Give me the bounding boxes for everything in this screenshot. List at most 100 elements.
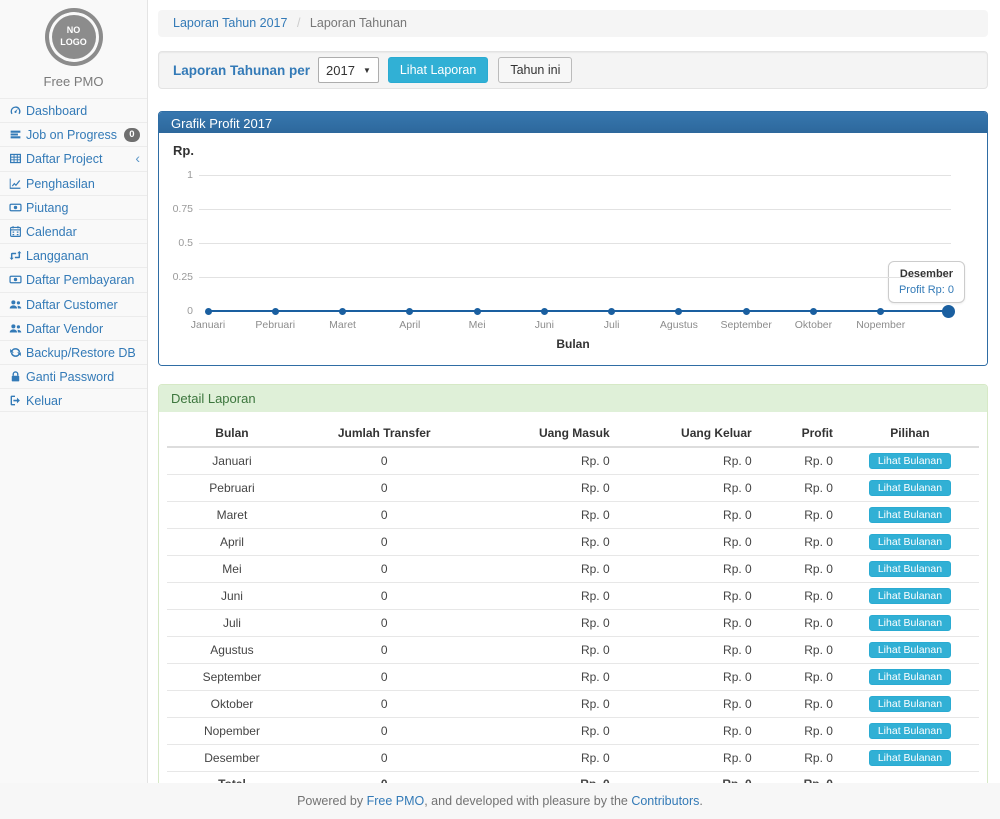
- sidebar-item-label: Daftar Project: [26, 152, 102, 166]
- column-header: Profit: [760, 420, 841, 447]
- lihat-bulanan-button[interactable]: Lihat Bulanan: [869, 534, 951, 550]
- sidebar-item-label: Backup/Restore DB: [26, 346, 136, 360]
- sidebar-item-backup-restore-db[interactable]: Backup/Restore DB: [0, 340, 147, 364]
- profit-chart-panel: Grafik Profit 2017 Rp. Bulan Desember Pr…: [158, 111, 988, 366]
- sidebar-item-label: Piutang: [26, 201, 68, 215]
- dashboard-icon: [9, 104, 22, 117]
- sidebar-item-label: Daftar Vendor: [26, 322, 103, 336]
- table-icon: [9, 152, 22, 165]
- table-row: Juni0Rp. 0Rp. 0Rp. 0Lihat Bulanan: [167, 583, 979, 610]
- column-header: Uang Keluar: [618, 420, 760, 447]
- cell-uang_masuk: Rp. 0: [471, 502, 617, 529]
- cell-uang_masuk: Rp. 0: [471, 556, 617, 583]
- cell-bulan: Desember: [167, 745, 297, 772]
- cell-jumlah_transfer: 0: [297, 475, 472, 502]
- lihat-bulanan-button[interactable]: Lihat Bulanan: [869, 588, 951, 604]
- y-axis-tick: 0.75: [159, 203, 193, 215]
- data-point-nopember[interactable]: [877, 308, 884, 315]
- year-select[interactable]: 2017 ▼: [318, 57, 379, 83]
- sign-out-icon: [9, 394, 22, 407]
- data-point-juli[interactable]: [608, 308, 615, 315]
- retweet-icon: [9, 249, 22, 262]
- cell-profit: Rp. 0: [760, 475, 841, 502]
- cell-profit: Rp. 0: [760, 556, 841, 583]
- contributors-link[interactable]: Contributors: [631, 794, 699, 808]
- table-row: Januari0Rp. 0Rp. 0Rp. 0Lihat Bulanan: [167, 447, 979, 475]
- count-badge: 0: [124, 128, 140, 142]
- sidebar-item-calendar[interactable]: Calendar: [0, 219, 147, 243]
- cell-bulan: September: [167, 664, 297, 691]
- cell-uang_masuk: Rp. 0: [471, 475, 617, 502]
- table-row: Pebruari0Rp. 0Rp. 0Rp. 0Lihat Bulanan: [167, 475, 979, 502]
- main-content: Laporan Tahun 2017 / Laporan Tahunan Lap…: [149, 0, 1000, 783]
- sidebar-item-keluar[interactable]: Keluar: [0, 388, 147, 412]
- tahun-ini-button[interactable]: Tahun ini: [498, 57, 572, 83]
- cell-uang_masuk: Rp. 0: [471, 583, 617, 610]
- sidebar-item-ganti-password[interactable]: Ganti Password: [0, 364, 147, 388]
- sidebar-item-langganan[interactable]: Langganan: [0, 243, 147, 267]
- cell-jumlah_transfer: 0: [297, 664, 472, 691]
- lihat-bulanan-button[interactable]: Lihat Bulanan: [869, 669, 951, 685]
- sidebar: NO LOGO Free PMO DashboardJob on Progres…: [0, 0, 148, 783]
- sidebar-item-daftar-customer[interactable]: Daftar Customer: [0, 292, 147, 316]
- filter-label: Laporan Tahunan per: [173, 63, 310, 78]
- lihat-bulanan-button[interactable]: Lihat Bulanan: [869, 480, 951, 496]
- line-chart-icon: [9, 177, 22, 190]
- y-axis-tick: 0: [159, 305, 193, 317]
- lihat-bulanan-button[interactable]: Lihat Bulanan: [869, 615, 951, 631]
- data-point-maret[interactable]: [339, 308, 346, 315]
- cell-profit: Rp. 0: [760, 718, 841, 745]
- tasks-icon: [9, 128, 22, 141]
- cell-uang_masuk: Rp. 0: [471, 745, 617, 772]
- data-point-agustus[interactable]: [675, 308, 682, 315]
- data-point-september[interactable]: [743, 308, 750, 315]
- data-point-juni[interactable]: [541, 308, 548, 315]
- lihat-bulanan-button[interactable]: Lihat Bulanan: [869, 507, 951, 523]
- table-header-row: BulanJumlah TransferUang MasukUang Kelua…: [167, 420, 979, 447]
- sidebar-item-penghasilan[interactable]: Penghasilan: [0, 171, 147, 195]
- table-row: Juli0Rp. 0Rp. 0Rp. 0Lihat Bulanan: [167, 610, 979, 637]
- cell-uang_keluar: Rp. 0: [618, 718, 760, 745]
- data-point-april[interactable]: [406, 308, 413, 315]
- report-table: BulanJumlah TransferUang MasukUang Kelua…: [167, 420, 979, 796]
- year-select-value: 2017: [326, 63, 355, 78]
- breadcrumb-link[interactable]: Laporan Tahun 2017: [173, 16, 287, 30]
- lihat-bulanan-button[interactable]: Lihat Bulanan: [869, 696, 951, 712]
- cell-uang_keluar: Rp. 0: [618, 529, 760, 556]
- y-axis-tick: 1: [159, 169, 193, 181]
- lihat-bulanan-button[interactable]: Lihat Bulanan: [869, 750, 951, 766]
- sidebar-item-label: Daftar Pembayaran: [26, 273, 134, 287]
- lihat-laporan-button[interactable]: Lihat Laporan: [388, 57, 488, 83]
- sidebar-item-daftar-pembayaran[interactable]: Daftar Pembayaran: [0, 267, 147, 291]
- lihat-bulanan-button[interactable]: Lihat Bulanan: [869, 453, 951, 469]
- sidebar-item-piutang[interactable]: Piutang: [0, 195, 147, 219]
- no-logo-image: NO LOGO: [45, 8, 103, 66]
- sidebar-item-job-on-progress[interactable]: Job on Progress 0: [0, 122, 147, 146]
- lihat-bulanan-button[interactable]: Lihat Bulanan: [869, 561, 951, 577]
- sidebar-item-daftar-project[interactable]: Daftar Project‹: [0, 146, 147, 170]
- sidebar-item-label: Job on Progress: [26, 128, 117, 142]
- data-point-pebruari[interactable]: [272, 308, 279, 315]
- lock-icon: [9, 370, 22, 383]
- table-row: Oktober0Rp. 0Rp. 0Rp. 0Lihat Bulanan: [167, 691, 979, 718]
- data-point-oktober[interactable]: [810, 308, 817, 315]
- y-axis-title: Rp.: [173, 143, 194, 158]
- cell-bulan: Juli: [167, 610, 297, 637]
- cell-uang_keluar: Rp. 0: [618, 745, 760, 772]
- data-point-desember[interactable]: [942, 305, 955, 318]
- free-pmo-link[interactable]: Free PMO: [367, 794, 425, 808]
- footer-text-middle: , and developed with pleasure by the: [424, 794, 631, 808]
- cell-uang_keluar: Rp. 0: [618, 664, 760, 691]
- footer: Powered by Free PMO, and developed with …: [0, 783, 1000, 819]
- cell-uang_keluar: Rp. 0: [618, 610, 760, 637]
- cell-jumlah_transfer: 0: [297, 610, 472, 637]
- lihat-bulanan-button[interactable]: Lihat Bulanan: [869, 642, 951, 658]
- sidebar-item-dashboard[interactable]: Dashboard: [0, 98, 147, 122]
- lihat-bulanan-button[interactable]: Lihat Bulanan: [869, 723, 951, 739]
- sidebar-item-daftar-vendor[interactable]: Daftar Vendor: [0, 316, 147, 340]
- data-point-januari[interactable]: [205, 308, 212, 315]
- cell-jumlah_transfer: 0: [297, 556, 472, 583]
- breadcrumb: Laporan Tahun 2017 / Laporan Tahunan: [158, 10, 988, 37]
- data-point-mei[interactable]: [474, 308, 481, 315]
- footer-text-prefix: Powered by: [297, 794, 366, 808]
